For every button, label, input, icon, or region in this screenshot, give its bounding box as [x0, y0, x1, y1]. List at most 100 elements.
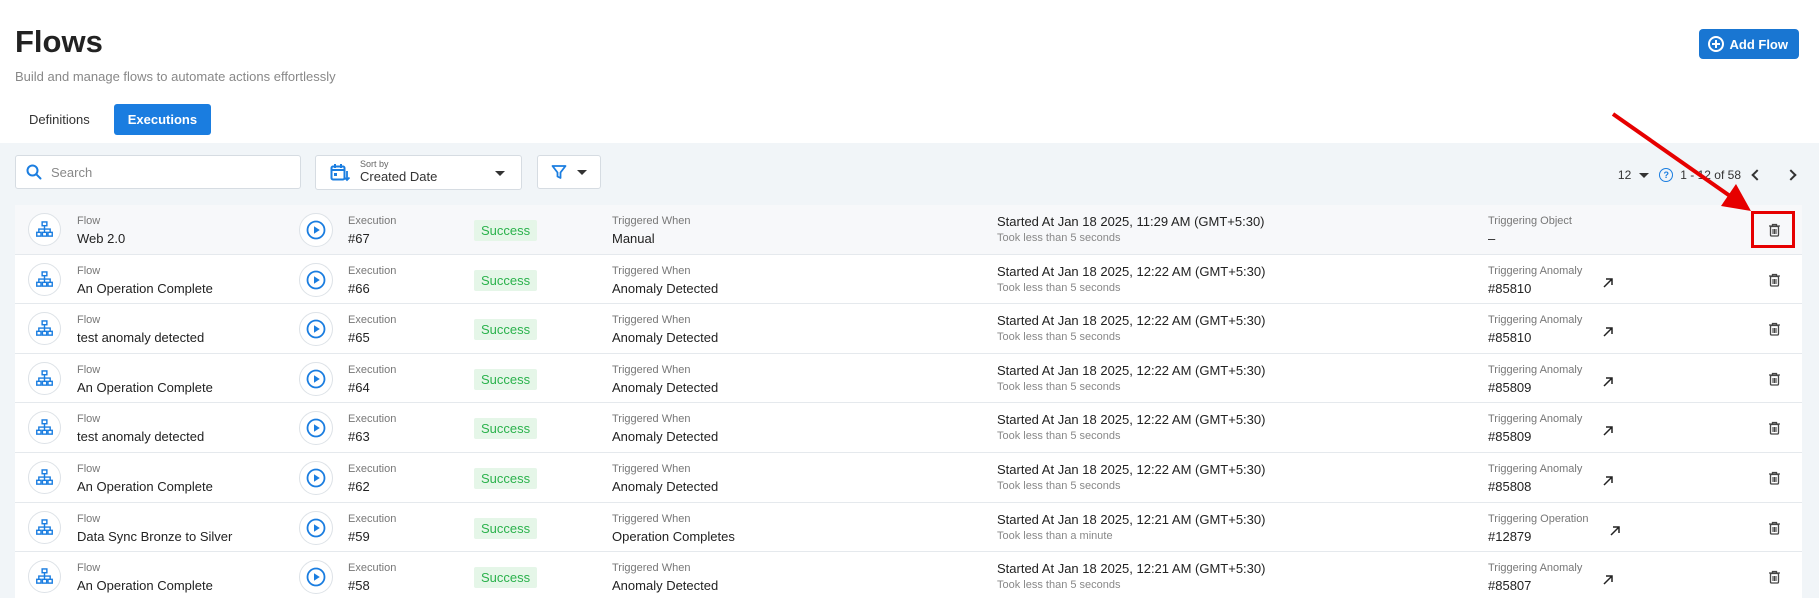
duration: Took less than 5 seconds — [997, 579, 1121, 592]
table-row[interactable]: Flow An Operation Complete Execution #58… — [15, 552, 1802, 598]
calendar-sort-icon — [330, 163, 350, 181]
tab-definitions[interactable]: Definitions — [15, 104, 104, 135]
trigger-value: Anomaly Detected — [612, 330, 719, 346]
table-row[interactable]: Flow Data Sync Bronze to Silver Executio… — [15, 502, 1802, 553]
page-size-select[interactable]: 12 — [1618, 168, 1631, 182]
execution-number: #65 — [348, 330, 370, 346]
flow-label: Flow — [77, 413, 101, 426]
search-input[interactable] — [51, 164, 271, 180]
execution-number: #62 — [348, 478, 370, 494]
execution-label: Execution — [348, 215, 397, 227]
sort-value: Created Date — [360, 169, 438, 185]
chevron-down-icon — [495, 171, 505, 176]
play-icon[interactable] — [299, 510, 333, 545]
execution-number: #63 — [348, 429, 370, 445]
external-link-icon[interactable] — [1602, 574, 1614, 586]
page-title: Flows — [15, 24, 103, 59]
trigger-label: Triggered When — [612, 413, 691, 426]
trigger-label: Triggered When — [612, 363, 691, 376]
external-link-icon[interactable] — [1602, 425, 1614, 437]
play-icon[interactable] — [299, 262, 333, 297]
tab-executions[interactable]: Executions — [113, 104, 212, 135]
execution-number: #59 — [348, 528, 370, 544]
chevron-down-icon[interactable] — [1639, 172, 1650, 178]
execution-label: Execution — [348, 562, 397, 575]
trash-icon[interactable] — [1768, 521, 1781, 535]
trigger-value: Anomaly Detected — [612, 280, 719, 296]
status-badge: Success — [474, 517, 538, 539]
execution-label: Execution — [348, 462, 397, 475]
triggering-object-value: #85807 — [1488, 578, 1532, 594]
duration: Took less than a minute — [997, 529, 1113, 542]
trash-icon[interactable] — [1768, 471, 1781, 485]
external-link-icon[interactable] — [1609, 525, 1621, 537]
table-row[interactable]: Flow Web 2.0 Execution #67 Success Trigg… — [15, 205, 1802, 255]
triggering-object-value: #85809 — [1488, 379, 1532, 395]
play-icon[interactable] — [299, 411, 333, 446]
help-icon[interactable]: ? — [1659, 168, 1674, 182]
trash-icon[interactable] — [1768, 570, 1781, 584]
flow-name: An Operation Complete — [77, 280, 213, 296]
triggering-object-label: Triggering Anomaly — [1488, 562, 1583, 575]
table-row[interactable]: Flow test anomaly detected Execution #63… — [15, 403, 1802, 453]
triggering-object-value: #85808 — [1488, 478, 1532, 494]
started-at: Started At Jan 18 2025, 12:22 AM (GMT+5:… — [997, 461, 1266, 477]
external-link-icon[interactable] — [1602, 326, 1614, 338]
trash-icon[interactable] — [1768, 322, 1781, 336]
flow-name: test anomaly detected — [77, 330, 205, 346]
filter-icon — [551, 165, 567, 179]
filter-button[interactable] — [537, 155, 601, 189]
table-row[interactable]: Flow An Operation Complete Execution #66… — [15, 254, 1802, 305]
executions-list: Flow Web 2.0 Execution #67 Success Trigg… — [15, 205, 1802, 598]
execution-number: #67 — [348, 231, 370, 246]
next-page-icon[interactable] — [1785, 169, 1797, 181]
started-at: Started At Jan 18 2025, 12:21 AM (GMT+5:… — [997, 561, 1266, 577]
page-subtitle: Build and manage flows to automate actio… — [15, 69, 336, 84]
play-icon[interactable] — [299, 361, 333, 396]
triggering-object-label: Triggering Anomaly — [1488, 462, 1583, 475]
flow-label: Flow — [77, 562, 101, 575]
flow-hierarchy-icon — [28, 312, 61, 346]
trash-icon[interactable] — [1768, 372, 1781, 386]
previous-page-icon[interactable] — [1751, 169, 1763, 181]
view-tabs: Definitions Executions — [15, 104, 212, 135]
plus-circle-icon — [1707, 36, 1724, 52]
trigger-label: Triggered When — [612, 264, 691, 277]
trigger-value: Operation Completes — [612, 528, 735, 544]
add-flow-label: Add Flow — [1729, 36, 1789, 52]
triggering-object-value: #85810 — [1488, 330, 1532, 346]
play-icon[interactable] — [299, 312, 333, 347]
trash-icon[interactable] — [1768, 421, 1781, 436]
trash-icon[interactable] — [1768, 273, 1781, 287]
flow-label: Flow — [77, 512, 101, 525]
triggering-object-value: #85810 — [1488, 280, 1532, 296]
table-row[interactable]: Flow An Operation Complete Execution #62… — [15, 452, 1802, 503]
status-badge: Success — [474, 467, 538, 489]
status-badge: Success — [474, 368, 538, 390]
flow-label: Flow — [77, 264, 101, 277]
triggering-object-value: #12879 — [1488, 528, 1532, 544]
add-flow-button[interactable]: Add Flow — [1698, 29, 1799, 59]
external-link-icon[interactable] — [1602, 475, 1614, 487]
play-icon[interactable] — [299, 460, 333, 495]
started-at: Started At Jan 18 2025, 11:29 AM (GMT+5:… — [997, 214, 1265, 229]
external-link-icon[interactable] — [1602, 277, 1614, 289]
external-link-icon[interactable] — [1602, 376, 1614, 388]
flow-hierarchy-icon — [28, 361, 61, 395]
status-badge: Success — [474, 319, 538, 341]
trigger-value: Anomaly Detected — [612, 379, 719, 395]
search-box[interactable] — [15, 155, 301, 189]
execution-label: Execution — [348, 264, 397, 277]
execution-number: #66 — [348, 280, 370, 296]
table-row[interactable]: Flow test anomaly detected Execution #65… — [15, 304, 1802, 354]
executions-panel: Sort by Created Date 12 ? 1 - 12 of 58 F… — [0, 143, 1819, 598]
status-badge: Success — [474, 220, 538, 241]
trash-icon[interactable] — [1768, 223, 1781, 237]
play-icon[interactable] — [299, 213, 333, 247]
table-row[interactable]: Flow An Operation Complete Execution #64… — [15, 353, 1802, 404]
play-icon[interactable] — [299, 560, 333, 595]
flow-label: Flow — [77, 462, 101, 475]
sort-select[interactable]: Sort by Created Date — [315, 155, 522, 190]
flow-name: An Operation Complete — [77, 379, 213, 395]
started-at: Started At Jan 18 2025, 12:22 AM (GMT+5:… — [997, 263, 1266, 279]
